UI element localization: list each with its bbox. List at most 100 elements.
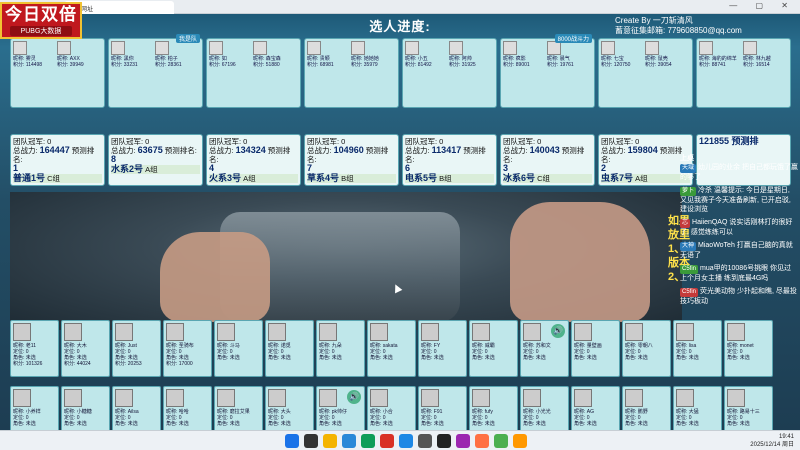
group-label: C组 <box>45 174 61 183</box>
player-card[interactable]: 昵称: 小光光 定位: 0 角色: 未选 <box>520 386 569 430</box>
team-summary-card[interactable]: 团队冠军: 0 总战力: 140043 预测排名: 3 冰系6号 C组 <box>500 134 595 186</box>
member-score: 积分: 19761 <box>547 62 574 68</box>
total-score: 104960 <box>333 145 364 155</box>
browser-icon[interactable] <box>399 434 413 448</box>
group-label: A组 <box>241 174 256 183</box>
user-badge: 萝卜 <box>680 187 697 196</box>
avatar <box>115 323 133 341</box>
edge-icon[interactable] <box>342 434 356 448</box>
player-card[interactable]: 昵称: 老11 定位: 0 角色: 未选 积分: 101326 <box>10 320 59 377</box>
member-column: 昵称: 阿帅 积分: 31925 <box>449 41 493 68</box>
player-card[interactable]: 昵称: 九朵 定位: 0 角色: 未选 <box>316 320 365 377</box>
file-explorer-icon[interactable] <box>323 434 337 448</box>
player-card[interactable]: 昵称: 大木 定位: 0 角色: 未选 积分: 44024 <box>61 320 110 377</box>
user-badge: 天域 <box>680 164 697 173</box>
player-card[interactable]: 昵称: 鹏野 定位: 0 角色: 未选 <box>622 386 671 430</box>
logo-title: 今日双倍 <box>5 5 77 24</box>
player-card[interactable]: 昵称: FY 定位: 0 角色: 未选 <box>418 320 467 377</box>
player-card[interactable]: 昵称: 诺觅 定位: 0 角色: 未选 <box>265 320 314 377</box>
total-score: 159804 <box>627 145 658 155</box>
player-card[interactable]: 昵称: sakata 定位: 0 角色: 未选 <box>367 320 416 377</box>
member-score: 积分: 33231 <box>111 62 138 68</box>
team-card[interactable]: 8000战斗力 昵称: 疯影 积分: 89001 昵称: 晨气 积分: 19761 <box>500 34 595 108</box>
team-card[interactable]: 我是队 昵称: 黑你 积分: 33231 昵称: 柏子 积分: 28361 <box>108 34 203 108</box>
avatar <box>421 389 439 407</box>
player-role: 角色: 未选 <box>64 421 87 427</box>
player-card[interactable]: 昵称: 零朝八 定位: 0 角色: 未选 <box>622 320 671 377</box>
team-rank: 8 <box>111 154 117 164</box>
app-icon[interactable] <box>513 434 527 448</box>
player-card[interactable]: 昵称: Ailsa 定位: 0 角色: 未选 <box>112 386 161 430</box>
avatar <box>319 389 337 407</box>
player-score: 积分: 44024 <box>64 361 91 367</box>
team-total: 总战力: 159804 预测排名: <box>601 145 690 165</box>
player-card[interactable]: 昵称: fufy 定位: 0 角色: 未选 <box>469 386 518 430</box>
player-card[interactable]: 昵称: F91 定位: 0 角色: 未选 <box>418 386 467 430</box>
player-card[interactable]: 昵称: 哈哈 定位: 0 角色: 未选 <box>163 386 212 430</box>
app-icon[interactable] <box>380 434 394 448</box>
member-column: 昵称: 柏子 积分: 28361 <box>155 41 199 68</box>
player-card[interactable]: 昵称: 小合 定位: 0 角色: 未选 <box>367 386 416 430</box>
player-row-1: 昵称: 老11 定位: 0 角色: 未选 积分: 101326 昵称: 大木 定位: 0角… <box>10 320 773 377</box>
team-total: 总战力: 113417 预测排名: <box>405 146 494 165</box>
player-role: 角色: 未选 <box>217 355 240 361</box>
team-summary-card[interactable]: 团队冠军: 0 总战力: 159804 预测排名: 2 虫系7号 A组 <box>598 134 693 186</box>
player-role: 角色: 未选 <box>625 421 648 427</box>
credit-line1: Create By 一刀斩清风 <box>615 16 693 25</box>
team-group: 冰系6号 C组 <box>503 174 592 183</box>
member-score: 积分: 67196 <box>209 62 236 68</box>
avatar <box>699 41 713 55</box>
start-icon[interactable] <box>285 434 299 448</box>
player-role: 角色: 未选 <box>574 355 597 361</box>
team-card[interactable]: 昵称: 贵颖 积分: 68981 昵称: 她她她 积分: 35979 <box>304 38 399 108</box>
team-summary-card[interactable]: 团队冠军: 0 总战力: 113417 预测排名: 6 电系5号 B组 <box>402 134 497 186</box>
team-summary-card[interactable]: 团队冠军: 0 总战力: 63675 预测排名: 8 水系2号 A组 <box>108 134 203 186</box>
store-icon[interactable] <box>361 434 375 448</box>
player-card[interactable]: 昵称: 大猛 定位: 0 角色: 未选 <box>673 386 722 430</box>
player-card[interactable]: 昵称: AG 定位: 0 角色: 未选 <box>571 386 620 430</box>
team-card[interactable]: 昵称: 七宝 积分: 120750 昵称: 鼠壳 积分: 39054 <box>598 38 693 108</box>
player-card[interactable]: 昵称: lisa 定位: 0 角色: 未选 <box>673 320 722 377</box>
player-card[interactable]: 昵称: 小养样 定位: 0 角色: 未选 <box>10 386 59 430</box>
avatar <box>64 323 82 341</box>
player-role: 角色: 未选 <box>421 421 444 427</box>
app-icon[interactable] <box>475 434 489 448</box>
player-card[interactable]: 昵称: monet 定位: 0 角色: 未选 <box>724 320 773 377</box>
search-icon[interactable] <box>304 434 318 448</box>
player-card[interactable]: 昵称: 磨拉艾果 定位: 0 角色: 未选 <box>214 386 263 430</box>
avatar <box>370 389 388 407</box>
team-card[interactable]: 昵称: 海豹的绵羊 积分: 88741 昵称: 林九越 积分: 16514 <box>696 38 791 108</box>
player-card[interactable]: 昵称: 大头 定位: 0 角色: 未选 <box>265 386 314 430</box>
team-card[interactable]: 昵称: 如积分: 67196 昵称: 森宝森 积分: 51880 <box>206 38 301 108</box>
player-card[interactable]: 昵称: 小糖糖 定位: 0 角色: 未选 <box>61 386 110 430</box>
player-card[interactable]: 昵称: 斗马 定位: 0 角色: 未选 <box>214 320 263 377</box>
team-card[interactable]: 昵称: 雾灵 积分: 114498 昵称: AXX 积分: 39949 <box>10 38 105 108</box>
app-icon[interactable] <box>494 434 508 448</box>
app-icon[interactable] <box>418 434 432 448</box>
player-card[interactable]: 昵称: Just 定位: 0 角色: 未选 积分: 20253 <box>112 320 161 377</box>
player-card[interactable]: 昵称: 路易十三 定位: 0 角色: 未选 <box>724 386 773 430</box>
avatar <box>319 323 337 341</box>
player-card[interactable]: 昵称: 威霸 定位: 0 角色: 未选 <box>469 320 518 377</box>
speaker-icon[interactable]: 🔊 <box>551 324 565 338</box>
avatar <box>676 323 694 341</box>
player-card[interactable]: 昵称: pk帅仔 定位: 0 角色: 未选 🔊 <box>316 386 365 430</box>
team-summary-card[interactable]: 团队冠军: 0 总战力: 104960 预测排名: 7 草系4号 B组 <box>304 134 399 186</box>
avatar <box>472 323 490 341</box>
window-controls[interactable]: — ▢ ✕ <box>729 1 796 10</box>
app-icon[interactable] <box>456 434 470 448</box>
player-card[interactable]: 昵称: 量壁画 定位: 0 角色: 未选 <box>571 320 620 377</box>
avatar <box>217 323 235 341</box>
team-group: 普通1号 C组 <box>13 174 102 183</box>
member-column: 昵称: 海豹的绵羊 积分: 88741 <box>699 41 743 68</box>
team-summary-card[interactable]: 团队冠军: 0 总战力: 164447 预测排名: 1 普通1号 C组 <box>10 134 105 186</box>
team-card[interactable]: 昵称: 小五 积分: 81492 昵称: 阿帅 积分: 31925 <box>402 38 497 108</box>
total-score: 164447 <box>39 145 70 155</box>
team-summary-card[interactable]: 团队冠军: 0 总战力: 134324 预测排名: 4 火系3号 A组 <box>206 134 301 186</box>
avatar <box>601 41 615 55</box>
speaker-icon[interactable]: 🔊 <box>347 390 361 404</box>
app-icon[interactable] <box>437 434 451 448</box>
player-card[interactable]: 昵称: 圣骑布 定位: 0 角色: 未选 积分: 17000 <box>163 320 212 377</box>
avatar <box>370 323 388 341</box>
player-card[interactable]: 昵称: 苏和文 定位: 0 角色: 未选 🔊 <box>520 320 569 377</box>
